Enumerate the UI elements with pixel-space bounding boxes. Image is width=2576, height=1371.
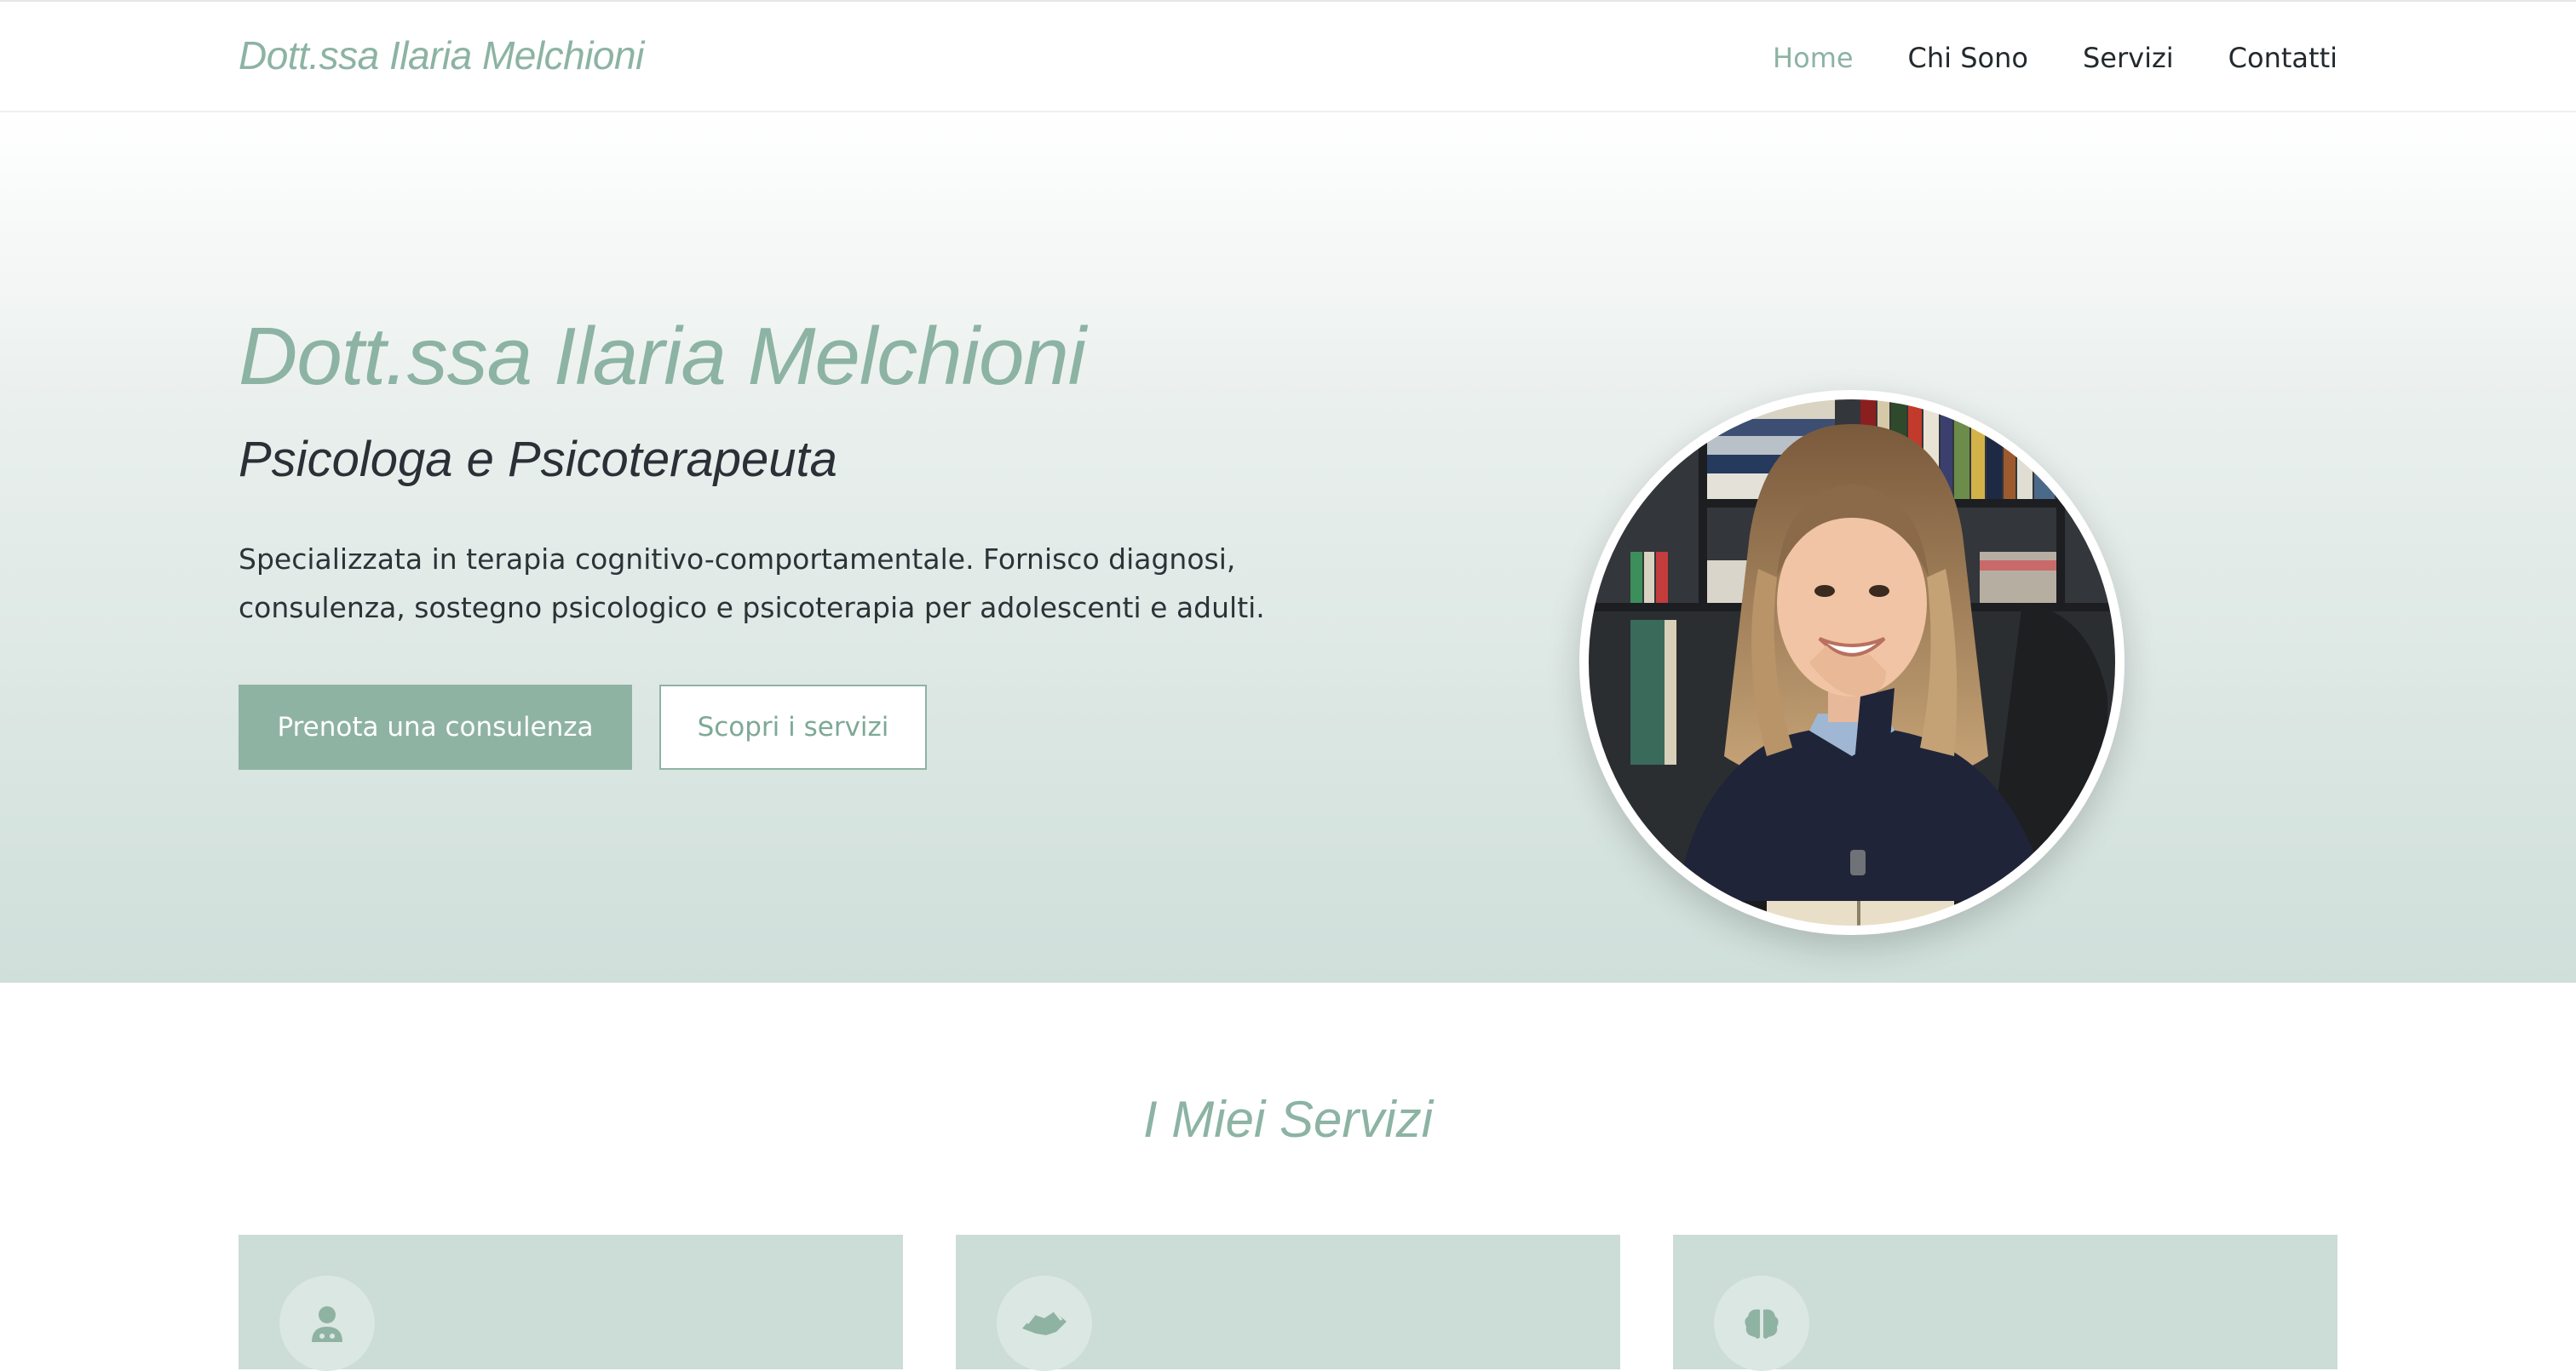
portrait-photo — [1579, 390, 2125, 935]
hero-subtitle: Psicologa e Psicoterapeuta — [239, 432, 837, 487]
service-card[interactable] — [956, 1235, 1620, 1371]
brain-icon — [1714, 1276, 1809, 1371]
user-doctor-icon — [279, 1276, 375, 1371]
handshake-icon — [997, 1276, 1092, 1371]
book-consultation-button[interactable]: Prenota una consulenza — [239, 685, 632, 770]
nav-contatti[interactable]: Contatti — [2228, 39, 2337, 77]
site-header: Dott.ssa Ilaria Melchioni Home Chi Sono … — [0, 0, 2576, 112]
hero-description: Specializzata in terapia cognitivo-compo… — [239, 542, 1265, 624]
portrait-illustration — [1580, 391, 2124, 934]
services-title: I Miei Servizi — [1142, 1091, 1434, 1148]
brand-logo-text[interactable]: Dott.ssa Ilaria Melchioni — [239, 32, 644, 78]
main-nav: Home Chi Sono Servizi Contatti — [1773, 39, 2337, 77]
hero-section: Dott.ssa Ilaria Melchioni Psicologa e Ps… — [0, 112, 2576, 983]
discover-services-button[interactable]: Scopri i servizi — [659, 685, 927, 770]
hero-title: Dott.ssa Ilaria Melchioni — [239, 311, 1086, 402]
nav-chi-sono[interactable]: Chi Sono — [1908, 39, 2028, 77]
nav-servizi[interactable]: Servizi — [2083, 39, 2174, 77]
service-card[interactable] — [239, 1235, 903, 1371]
nav-home[interactable]: Home — [1773, 39, 1854, 77]
service-card[interactable] — [1673, 1235, 2337, 1371]
